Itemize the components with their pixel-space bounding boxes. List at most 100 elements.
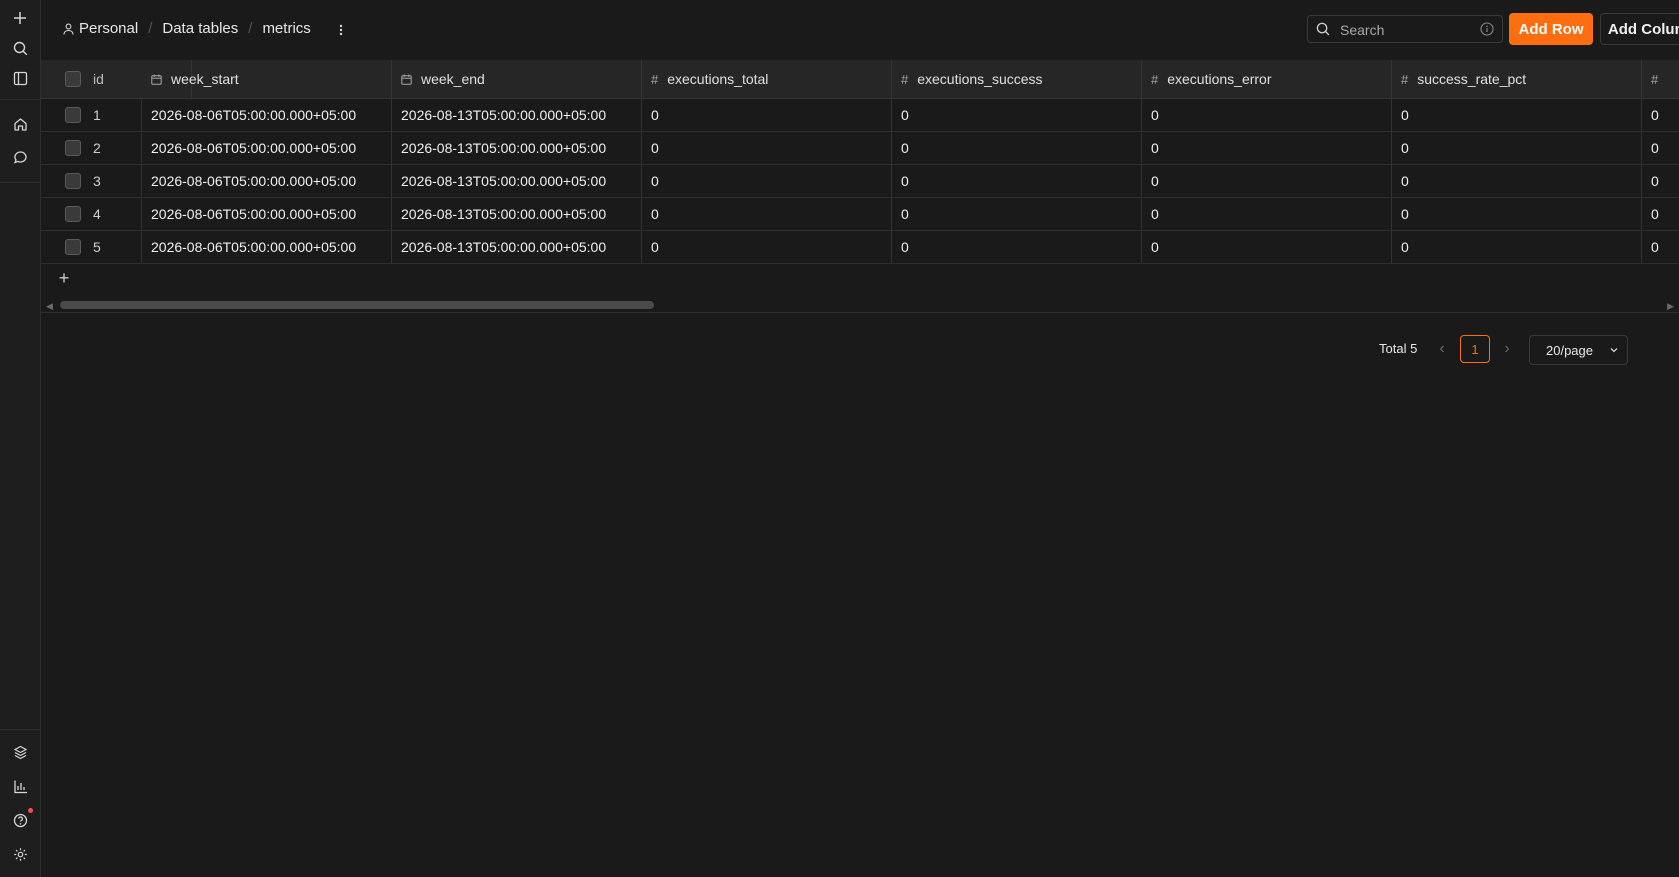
column-header-partial[interactable]: # [1642, 60, 1679, 98]
table-cell[interactable]: 0 [1392, 132, 1642, 164]
table-cell[interactable]: 4 [91, 198, 142, 230]
breadcrumb: Personal / Data tables / metrics [63, 20, 311, 37]
table-cell[interactable]: 0 [1142, 198, 1392, 230]
table-cell[interactable]: 2026-08-06T05:00:00.000+05:00 [142, 132, 392, 164]
row-checkbox[interactable] [65, 140, 81, 156]
table-cell[interactable]: 0 [1642, 99, 1679, 131]
table-cell[interactable]: 0 [1642, 198, 1679, 230]
table-cell[interactable]: 0 [892, 132, 1142, 164]
column-header-success-rate-pct[interactable]: # success_rate_pct [1392, 60, 1642, 98]
column-header-label: executions_total [667, 71, 769, 87]
row-checkbox-cell [41, 132, 91, 164]
help-icon[interactable] [9, 809, 31, 831]
table-cell[interactable]: 0 [892, 165, 1142, 197]
table-cell[interactable]: 0 [642, 132, 892, 164]
chevron-down-icon [1609, 343, 1619, 358]
header-checkbox-cell [41, 60, 91, 98]
table-cell[interactable]: 0 [892, 198, 1142, 230]
column-header-label: executions_success [917, 71, 1043, 87]
table-cell[interactable]: 2026-08-06T05:00:00.000+05:00 [142, 231, 392, 263]
table-cell[interactable]: 0 [642, 99, 892, 131]
more-options-icon[interactable] [334, 21, 348, 39]
table-cell[interactable]: 2026-08-06T05:00:00.000+05:00 [142, 198, 392, 230]
table-cell[interactable]: 2026-08-13T05:00:00.000+05:00 [392, 198, 642, 230]
row-checkbox[interactable] [65, 173, 81, 189]
table-cell[interactable]: 2026-08-06T05:00:00.000+05:00 [142, 165, 392, 197]
table-cell[interactable]: 0 [1642, 231, 1679, 263]
scroll-right-arrow-icon[interactable]: ▶ [1667, 300, 1674, 312]
table-cell[interactable]: 0 [1142, 231, 1392, 263]
table-cell[interactable]: 0 [1142, 99, 1392, 131]
table-cell[interactable]: 0 [642, 198, 892, 230]
table-cell[interactable]: 0 [892, 99, 1142, 131]
table-cell[interactable]: 0 [642, 165, 892, 197]
scrollbar-thumb[interactable] [60, 301, 654, 309]
table-cell[interactable]: 2026-08-13T05:00:00.000+05:00 [392, 132, 642, 164]
page-number-button[interactable]: 1 [1460, 335, 1490, 363]
user-icon [63, 23, 74, 35]
table-cell[interactable]: 1 [91, 99, 142, 131]
table-cell[interactable]: 0 [1392, 231, 1642, 263]
insights-icon[interactable] [9, 775, 31, 797]
row-checkbox[interactable] [65, 107, 81, 123]
column-header-week-end[interactable]: week_end [392, 60, 642, 98]
next-page-icon[interactable]: › [1499, 340, 1515, 358]
row-checkbox-cell [41, 231, 91, 263]
table-cell[interactable]: 0 [1642, 165, 1679, 197]
table-row: 2 2026-08-06T05:00:00.000+05:00 2026-08-13… [41, 132, 1679, 165]
row-checkbox-cell [41, 198, 91, 230]
home-icon[interactable] [9, 113, 31, 135]
page-size-value: 20/page [1546, 342, 1593, 358]
column-header-executions-success[interactable]: # executions_success [892, 60, 1142, 98]
table-cell[interactable]: 2 [91, 132, 142, 164]
templates-icon[interactable] [9, 741, 31, 763]
breadcrumb-data-tables[interactable]: Data tables [162, 20, 238, 37]
hash-icon: # [1651, 71, 1659, 87]
add-row-button[interactable]: Add Row [1509, 13, 1593, 45]
sidebar-divider [0, 729, 40, 730]
page-size-select[interactable]: 20/page [1529, 335, 1628, 365]
row-checkbox[interactable] [65, 206, 81, 222]
table-cell[interactable]: 0 [1142, 165, 1392, 197]
data-table: id week_start week_end # executions_tota… [41, 60, 1679, 313]
add-row-plus-button[interactable]: + [56, 268, 72, 288]
row-checkbox[interactable] [65, 239, 81, 255]
settings-icon[interactable] [9, 843, 31, 865]
column-header-executions-total[interactable]: # executions_total [642, 60, 892, 98]
table-cell[interactable]: 2026-08-13T05:00:00.000+05:00 [392, 231, 642, 263]
info-icon[interactable] [1480, 22, 1494, 36]
table-cell[interactable]: 2026-08-13T05:00:00.000+05:00 [392, 99, 642, 131]
table-cell[interactable]: 0 [642, 231, 892, 263]
column-header-executions-error[interactable]: # executions_error [1142, 60, 1392, 98]
table-cell[interactable]: 0 [1142, 132, 1392, 164]
search-icon [1316, 22, 1330, 36]
select-all-checkbox[interactable] [65, 71, 81, 87]
panel-toggle-icon[interactable] [9, 67, 31, 89]
breadcrumb-personal[interactable]: Personal [79, 20, 138, 37]
chat-icon[interactable] [9, 146, 31, 168]
table-cell[interactable]: 2026-08-06T05:00:00.000+05:00 [142, 99, 392, 131]
scroll-left-arrow-icon[interactable]: ◀ [46, 300, 53, 312]
plus-icon[interactable] [9, 7, 31, 29]
prev-page-icon[interactable]: ‹ [1434, 340, 1450, 358]
breadcrumb-separator: / [148, 20, 153, 37]
table-cell[interactable]: 2026-08-13T05:00:00.000+05:00 [392, 165, 642, 197]
table-cell[interactable]: 0 [892, 231, 1142, 263]
column-header-week-start[interactable]: week_start [142, 60, 392, 98]
horizontal-scrollbar[interactable]: ◀ ▶ [41, 300, 1679, 313]
search-icon[interactable] [9, 37, 31, 59]
table-cell[interactable]: 3 [91, 165, 142, 197]
row-checkbox-cell [41, 165, 91, 197]
table-cell[interactable]: 5 [91, 231, 142, 263]
column-header-label: executions_error [1167, 71, 1272, 87]
search-input[interactable] [1338, 20, 1472, 40]
table-cell[interactable]: 0 [1642, 132, 1679, 164]
column-header-label: success_rate_pct [1417, 71, 1527, 87]
table-cell[interactable]: 0 [1392, 198, 1642, 230]
table-cell[interactable]: 0 [1392, 165, 1642, 197]
breadcrumb-current-table: metrics [262, 20, 311, 37]
table-cell[interactable]: 0 [1392, 99, 1642, 131]
table-header-row: id week_start week_end # executions_tota… [41, 60, 1679, 99]
add-column-button[interactable]: Add Column [1600, 13, 1679, 45]
pagination: Total 5 ‹ 1 › 20/page [0, 335, 1679, 365]
